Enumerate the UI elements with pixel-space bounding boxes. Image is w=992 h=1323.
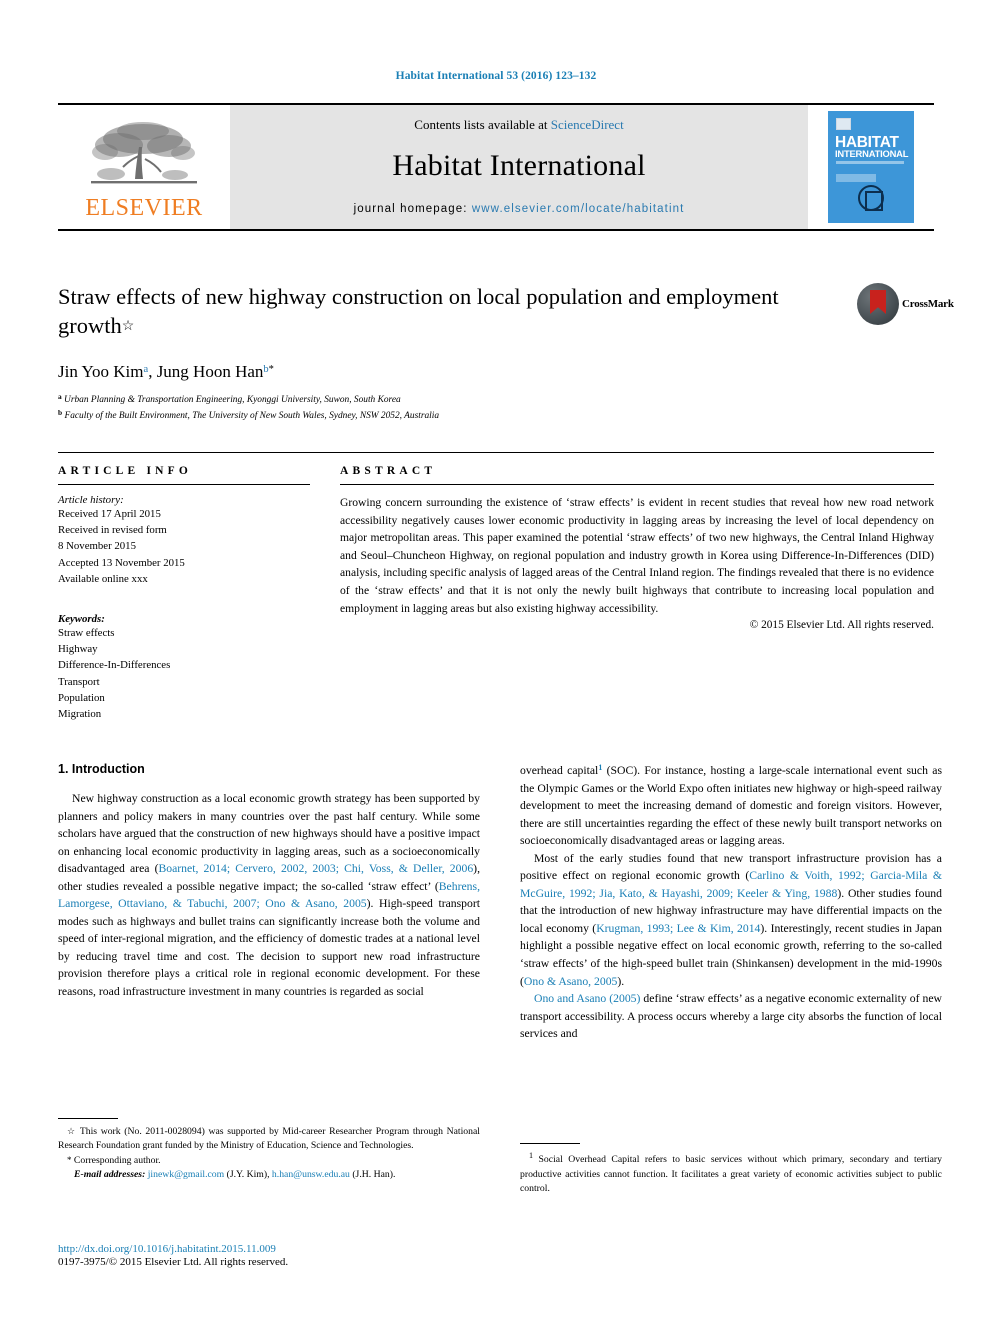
cover-publisher-icon [836, 118, 851, 130]
keyword-item: Difference-In-Differences [58, 659, 171, 672]
affiliations: a Urban Planning & Transportation Engine… [58, 391, 848, 424]
journal-homepage-line: journal homepage: www.elsevier.com/locat… [354, 203, 685, 215]
affiliation-a-marker: a [58, 392, 62, 402]
article-header: Straw effects of new highway constructio… [58, 283, 848, 424]
page-title: Straw effects of new highway constructio… [58, 283, 848, 340]
journal-article-page: Habitat International 53 (2016) 123–132 [0, 0, 992, 1323]
article-body: 1. Introduction New highway construction… [58, 762, 942, 1043]
journal-cover-thumbnail: HABITAT INTERNATIONAL [808, 105, 934, 229]
paragraph-text: ). [617, 974, 625, 988]
history-item: 8 November 2015 [58, 540, 136, 553]
email-link-author-1[interactable]: jinewk@gmail.com [148, 1169, 224, 1180]
author-1-name: Jin Yoo Kim [58, 362, 144, 382]
citation-link[interactable]: Ono and Asano (2005) [534, 992, 640, 1005]
contents-available-line: Contents lists available at ScienceDirec… [414, 117, 623, 133]
affiliation-b: b Faculty of the Built Environment, The … [58, 407, 848, 423]
author-list: Jin Yoo Kima, Jung Hoon Hanb* [58, 362, 274, 382]
body-column-right: overhead capital1 (SOC). For instance, h… [520, 762, 942, 1043]
funding-footnote-text: This work (No. 2011-0028094) was support… [58, 1126, 480, 1152]
affiliation-a-text: Urban Planning & Transportation Engineer… [64, 395, 401, 406]
citation-link[interactable]: Krugman, 1993; Lee & Kim, 2014 [596, 922, 760, 935]
footnotes-left: ☆ This work (No. 2011-0028094) was suppo… [58, 1118, 480, 1182]
crossmark-label: CrossMark [902, 298, 954, 310]
journal-masthead: ELSEVIER Contents lists available at Sci… [58, 103, 934, 231]
info-abstract-band: ARTICLE INFO Article history: Received 1… [58, 452, 934, 722]
history-item: Received in revised form [58, 524, 167, 537]
article-footer: http://dx.doi.org/10.1016/j.habitatint.2… [58, 1243, 498, 1268]
paragraph-text: overhead capital [520, 764, 599, 777]
elsevier-wordmark: ELSEVIER [85, 194, 203, 221]
author-1-affiliation-marker[interactable]: a [144, 364, 149, 375]
contents-prefix: Contents lists available at [414, 117, 551, 132]
masthead-center: Contents lists available at ScienceDirec… [230, 105, 808, 229]
affiliation-b-text: Faculty of the Built Environment, The Un… [64, 411, 440, 422]
corresponding-author-note: * Corresponding author. [58, 1154, 480, 1168]
issn-copyright-line: 0197-3975/© 2015 Elsevier Ltd. All right… [58, 1256, 289, 1268]
citation-link[interactable]: Boarnet, 2014; Cervero, 2002, 2003; Chi,… [158, 862, 473, 875]
history-item: Received 17 April 2015 [58, 508, 161, 520]
cover-caption-block [836, 174, 876, 182]
body-column-left: 1. Introduction New highway construction… [58, 762, 480, 1043]
homepage-label: journal homepage: [353, 203, 472, 215]
abstract-column: ABSTRACT Growing concern surrounding the… [340, 465, 934, 722]
email-addresses-note: E-mail addresses: jinewk@gmail.com (J.Y.… [74, 1169, 396, 1181]
keywords-block: Keywords: Straw effects Highway Differen… [58, 613, 310, 722]
article-info-heading: ARTICLE INFO [58, 465, 193, 477]
funding-footnote-marker[interactable]: ☆ [122, 319, 135, 334]
author-2-name: Jung Hoon Han [156, 362, 264, 382]
abstract-heading: ABSTRACT [340, 465, 437, 477]
keywords-label: Keywords: [58, 612, 105, 625]
elsevier-tree-icon [91, 121, 197, 183]
email-owner-1: (J.Y. Kim) [226, 1169, 268, 1181]
footnote-1: 1 Social Overhead Capital refers to basi… [520, 1150, 942, 1196]
crossmark-icon [857, 283, 899, 325]
keyword-item: Straw effects [58, 626, 115, 639]
copyright-line: © 2015 Elsevier Ltd. All rights reserved… [749, 619, 934, 632]
journal-title: Habitat International [392, 149, 646, 182]
paragraph: overhead capital1 (SOC). For instance, h… [520, 762, 942, 850]
homepage-url[interactable]: www.elsevier.com/locate/habitatint [472, 203, 685, 215]
doi-link[interactable]: http://dx.doi.org/10.1016/j.habitatint.2… [58, 1243, 498, 1255]
abstract-text: Growing concern surrounding the existenc… [340, 496, 934, 615]
footnote-1-mark: 1 [529, 1151, 534, 1160]
paragraph-text: ). High-speed transport modes such as hi… [58, 897, 480, 999]
history-item: Available online xxx [58, 572, 148, 585]
footnote-1-text: Social Overhead Capital refers to basic … [520, 1154, 942, 1194]
sciencedirect-link[interactable]: ScienceDirect [551, 117, 624, 132]
crossmark-badge[interactable]: CrossMark [857, 283, 954, 325]
paragraph: New highway construction as a local econ… [58, 790, 480, 1001]
cover-emblem-icon [858, 185, 884, 211]
footnotes-right: 1 Social Overhead Capital refers to basi… [520, 1143, 942, 1196]
history-item: Accepted 13 November 2015 [58, 556, 185, 569]
author-2-corresponding-marker[interactable]: * [269, 364, 274, 375]
keyword-item: Highway [58, 643, 98, 656]
email-link-author-2[interactable]: h.han@unsw.edu.au [272, 1169, 350, 1180]
affiliation-a: a Urban Planning & Transportation Engine… [58, 391, 848, 407]
article-info-column: ARTICLE INFO Article history: Received 1… [58, 465, 310, 722]
publisher-logo: ELSEVIER [58, 105, 230, 229]
email-owner-2: (J.H. Han). [352, 1169, 396, 1181]
cover-title-line2: INTERNATIONAL [835, 148, 909, 159]
keyword-item: Migration [58, 707, 102, 720]
article-history-label: Article history: [58, 494, 124, 506]
running-head: Habitat International 53 (2016) 123–132 [395, 70, 597, 82]
funding-footnote-mark: ☆ [67, 1126, 77, 1136]
cover-subtitle-rule [836, 161, 904, 164]
corresponding-author-mark: * [67, 1154, 72, 1165]
keyword-item: Population [58, 691, 105, 704]
corresponding-author-text: Corresponding author. [73, 1154, 161, 1166]
article-title-text: Straw effects of new highway constructio… [58, 284, 779, 338]
keyword-item: Transport [58, 675, 100, 688]
section-heading-introduction: 1. Introduction [58, 762, 145, 776]
email-label: E-mail addresses: [74, 1169, 146, 1181]
affiliation-b-marker: b [58, 408, 63, 418]
citation-link[interactable]: Ono & Asano, 2005 [524, 975, 618, 988]
paragraph: Ono and Asano (2005) define ‘straw effec… [520, 990, 942, 1043]
funding-footnote: ☆ This work (No. 2011-0028094) was suppo… [58, 1125, 480, 1154]
paragraph: Most of the early studies found that new… [520, 850, 942, 990]
